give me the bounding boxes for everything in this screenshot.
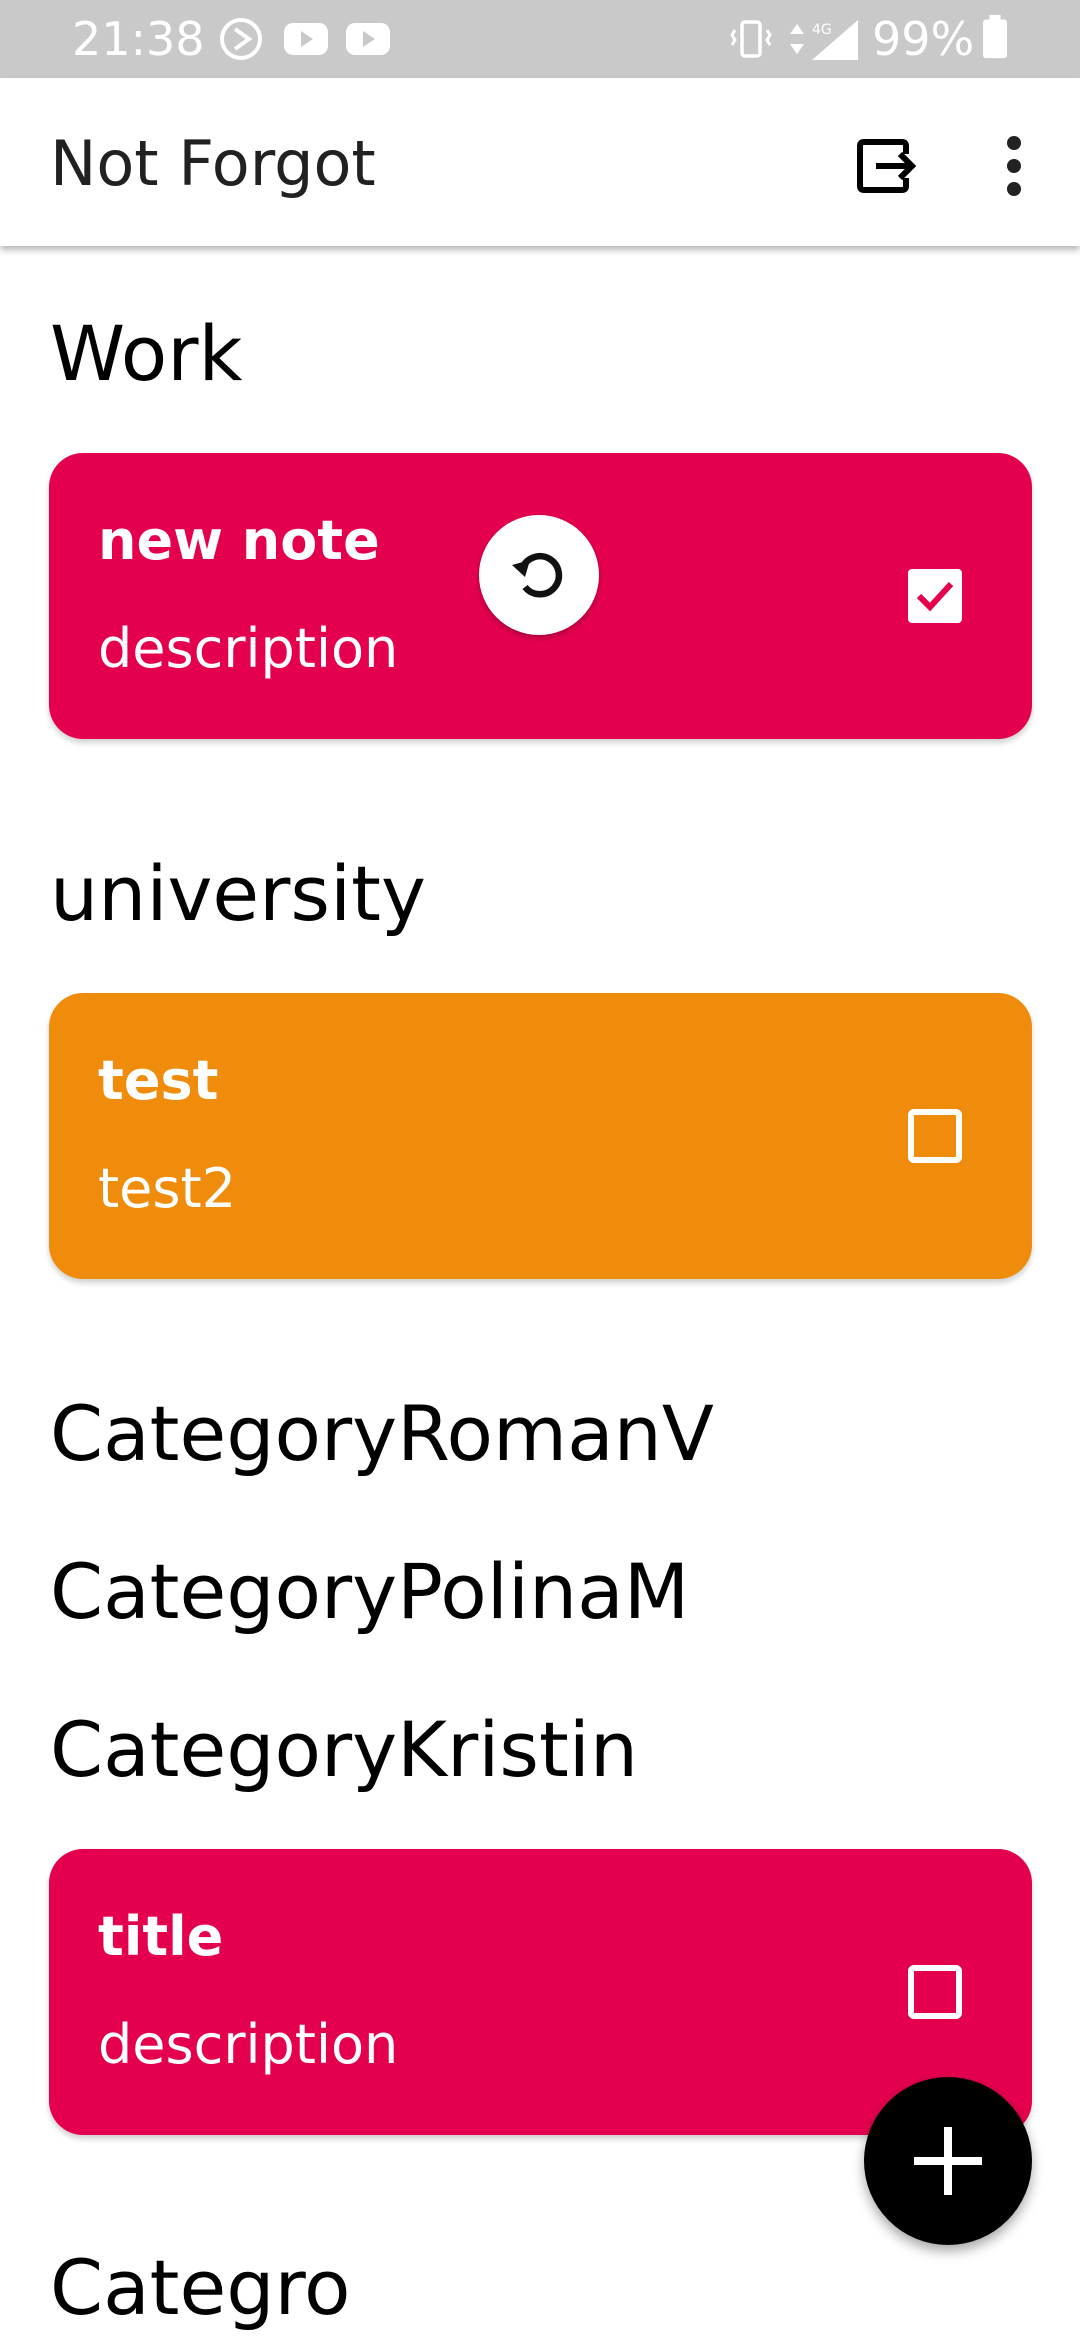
- category-title: Work: [50, 309, 243, 398]
- note-title: test: [98, 1049, 219, 1112]
- note-description: description: [98, 617, 399, 680]
- category-title: Categro: [50, 2243, 351, 2332]
- app-bar: Not Forgot: [0, 78, 1080, 246]
- youtube-icon: [346, 23, 390, 55]
- checkbox-empty-icon: [908, 1965, 962, 2019]
- refresh-icon: [512, 553, 563, 598]
- category-title: CategoryRomanV: [50, 1389, 714, 1478]
- vibrate-icon: [730, 20, 772, 58]
- note-description: description: [98, 2013, 399, 2076]
- media-cast-icon: [220, 18, 262, 60]
- logout-button[interactable]: [850, 128, 926, 204]
- logout-icon: [857, 139, 917, 193]
- battery-percent: 99%: [872, 12, 975, 66]
- category-title: CategoryPolinaM: [50, 1547, 690, 1636]
- category-title: CategoryKristin: [50, 1705, 639, 1794]
- svg-text:4G: 4G: [812, 22, 832, 38]
- note-card[interactable]: test test2: [49, 993, 1032, 1279]
- note-title: new note: [98, 509, 380, 572]
- data-arrows-icon: [790, 24, 804, 54]
- plus-icon: [914, 2127, 982, 2195]
- app-title: Not Forgot: [50, 127, 376, 200]
- note-card[interactable]: title description: [49, 1849, 1032, 2135]
- more-vert-icon: [1007, 136, 1021, 196]
- more-options-button[interactable]: [982, 128, 1046, 204]
- note-checkbox[interactable]: [908, 1109, 962, 1163]
- restore-button[interactable]: [479, 515, 599, 635]
- note-title: title: [98, 1905, 224, 1968]
- category-title: university: [50, 849, 426, 938]
- note-description: test2: [98, 1157, 237, 1220]
- screen: 21:38 4G 99% Not Forgot Work new note de…: [0, 0, 1080, 2340]
- note-card[interactable]: new note description: [49, 453, 1032, 739]
- youtube-icon: [284, 23, 328, 55]
- battery-icon: [983, 14, 1007, 59]
- status-bar: 21:38 4G 99%: [0, 0, 1080, 78]
- add-note-button[interactable]: [864, 2077, 1032, 2245]
- note-checkbox-checked[interactable]: [908, 569, 962, 623]
- signal-icon: 4G: [812, 20, 858, 60]
- note-checkbox[interactable]: [908, 1965, 962, 2019]
- checkbox-checked-icon: [908, 569, 962, 623]
- checkbox-empty-icon: [908, 1109, 962, 1163]
- status-time: 21:38: [72, 12, 205, 66]
